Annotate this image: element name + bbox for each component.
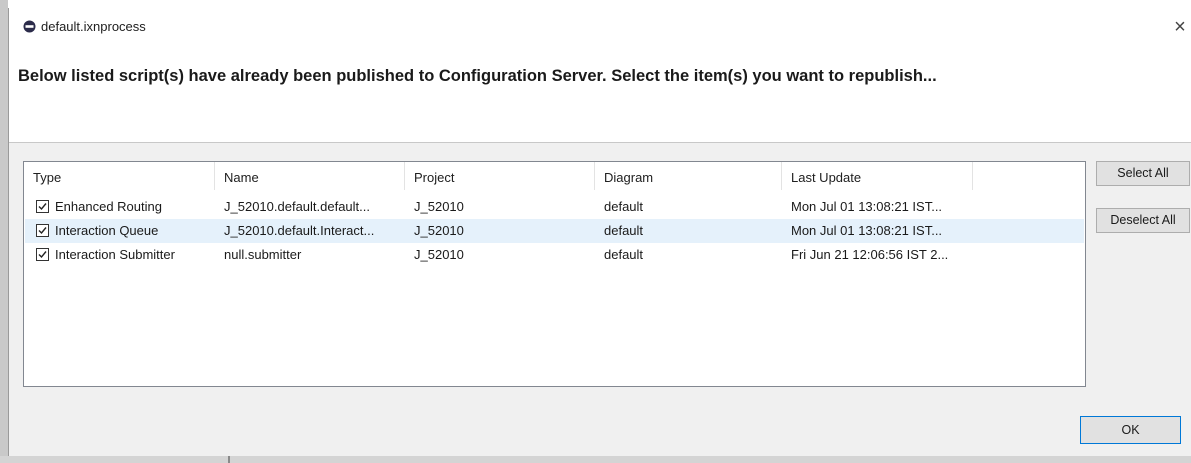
table-row[interactable]: Interaction Queue J_52010.default.Intera… xyxy=(25,219,1084,243)
column-header-last-update[interactable]: Last Update xyxy=(782,162,973,190)
column-header-diagram[interactable]: Diagram xyxy=(595,162,782,190)
content-area: Type Name Project Diagram Last Update En… xyxy=(9,143,1191,456)
cell-type: Interaction Submitter xyxy=(55,247,175,262)
app-circle-icon xyxy=(23,20,36,33)
background-divider xyxy=(228,456,230,463)
column-header-name[interactable]: Name xyxy=(215,162,405,190)
background-left-edge xyxy=(0,0,8,463)
cell-project: J_52010 xyxy=(414,223,464,238)
table-row[interactable]: Enhanced Routing J_52010.default.default… xyxy=(25,195,1084,219)
window-title: default.ixnprocess xyxy=(41,19,146,34)
column-header-type[interactable]: Type xyxy=(24,162,215,190)
ok-button[interactable]: OK xyxy=(1080,416,1181,444)
row-checkbox[interactable] xyxy=(36,200,49,213)
cell-diagram: default xyxy=(604,247,644,262)
cell-name: J_52010.default.Interact... xyxy=(224,223,375,238)
cell-last-update: Mon Jul 01 13:08:21 IST... xyxy=(791,199,943,214)
cell-diagram: default xyxy=(604,199,644,214)
cell-type: Enhanced Routing xyxy=(55,199,162,214)
select-all-button[interactable]: Select All xyxy=(1096,161,1190,186)
column-header-project[interactable]: Project xyxy=(405,162,595,190)
cell-project: J_52010 xyxy=(414,247,464,262)
background-bottom-edge xyxy=(0,456,1191,463)
republish-dialog: default.ixnprocess × Below listed script… xyxy=(8,8,1191,456)
cell-type: Interaction Queue xyxy=(55,223,159,238)
row-checkbox[interactable] xyxy=(36,224,49,237)
info-message: Below listed script(s) have already been… xyxy=(18,67,937,85)
row-checkbox[interactable] xyxy=(36,248,49,261)
cell-name: J_52010.default.default... xyxy=(224,199,371,214)
table-row[interactable]: Interaction Submitter null.submitter J_5… xyxy=(25,243,1084,267)
checkmark-icon xyxy=(38,251,47,259)
scripts-table: Type Name Project Diagram Last Update En… xyxy=(23,161,1086,387)
cell-diagram: default xyxy=(604,223,644,238)
checkmark-icon xyxy=(38,203,47,211)
title-bar: default.ixnprocess × xyxy=(9,8,1191,48)
close-icon[interactable]: × xyxy=(1168,14,1191,40)
cell-project: J_52010 xyxy=(414,199,464,214)
cell-last-update: Fri Jun 21 12:06:56 IST 2... xyxy=(791,247,949,262)
checkmark-icon xyxy=(38,227,47,235)
cell-name: null.submitter xyxy=(224,247,302,262)
deselect-all-button[interactable]: Deselect All xyxy=(1096,208,1190,233)
cell-last-update: Mon Jul 01 13:08:21 IST... xyxy=(791,223,943,238)
table-header: Type Name Project Diagram Last Update xyxy=(24,162,1085,190)
